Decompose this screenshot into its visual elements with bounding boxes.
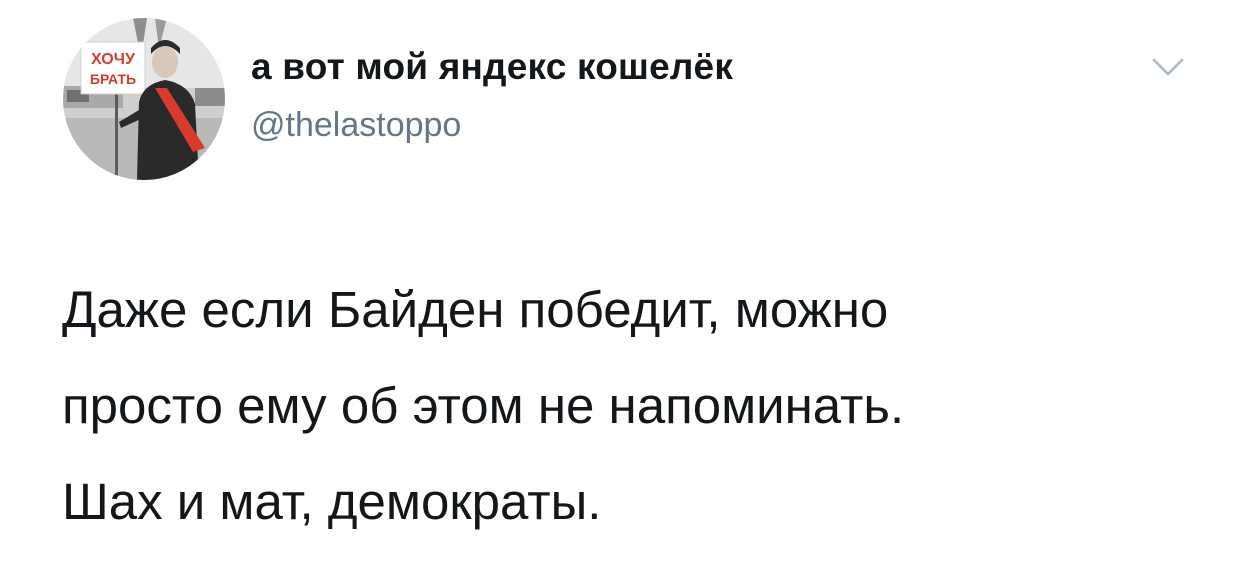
tweet-text-line: Даже если Байден победит, можно [62, 281, 889, 338]
tweet-text-line: Шах и мат, демократы. [62, 473, 602, 530]
tweet-card: ХОЧУ БРАТЬ а вот мой яндекс кошелёк @the… [0, 0, 1242, 584]
tweet-text-line: просто ему об этом не напоминать. [62, 377, 905, 434]
tweet-text: Даже если Байден победит, можно просто е… [62, 262, 1212, 550]
avatar-sign-line-1: ХОЧУ [91, 51, 136, 68]
avatar[interactable]: ХОЧУ БРАТЬ [63, 18, 225, 180]
display-name[interactable]: а вот мой яндекс кошелёк [251, 46, 733, 88]
avatar-photo: ХОЧУ БРАТЬ [63, 18, 225, 180]
username-handle[interactable]: @thelastoppo [251, 106, 461, 145]
avatar-sign-line-2: БРАТЬ [90, 71, 136, 87]
chevron-down-icon[interactable] [1148, 52, 1188, 82]
